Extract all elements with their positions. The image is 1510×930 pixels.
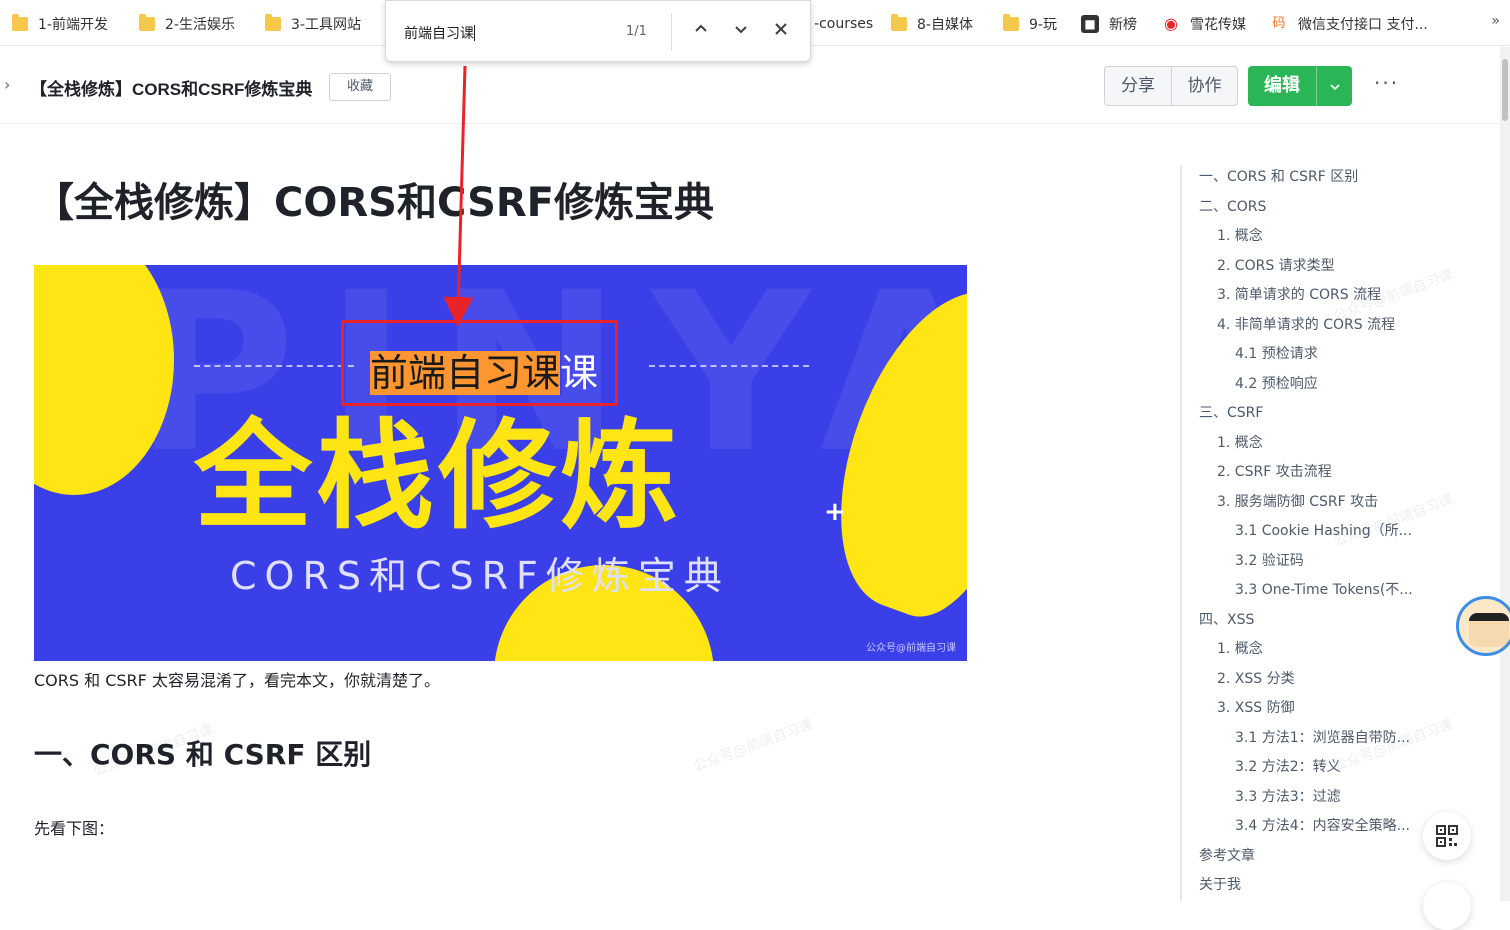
expand-sidebar-icon[interactable]: › [4, 75, 10, 94]
folder-icon [891, 14, 907, 31]
toc-item[interactable]: 3. 服务端防御 CSRF 攻击 [1217, 491, 1378, 511]
bookmark-label: 微信支付接口 支付... [1298, 17, 1428, 33]
folder-icon [265, 14, 281, 31]
toc-item[interactable]: 一、CORS 和 CSRF 区别 [1199, 166, 1358, 186]
bookmark-label: 2-生活娱乐 [165, 17, 235, 33]
find-previous-button[interactable] [689, 19, 713, 43]
banner-watermark: 公众号@前端自习课 [866, 643, 956, 654]
find-input[interactable]: 前端自习课 [404, 23, 475, 43]
bookmark-folder-life[interactable]: 2-生活娱乐 [139, 12, 235, 36]
toc-divider [1180, 165, 1182, 901]
folder-icon [12, 14, 28, 31]
bookmark-label: 8-自媒体 [917, 17, 973, 33]
folder-icon [1003, 14, 1019, 31]
toc-item[interactable]: 2. CORS 请求类型 [1217, 255, 1335, 275]
bookmark-xinbang[interactable]: ■ 新榜 [1081, 12, 1137, 36]
bookmark-folder-tools[interactable]: 3-工具网站 [265, 12, 361, 36]
toc-item[interactable]: 三、CSRF [1199, 402, 1263, 422]
more-options-icon[interactable]: ··· [1374, 71, 1399, 95]
bookmark-label: 雪花传媒 [1190, 17, 1246, 33]
toc-item[interactable]: 3.1 方法1：浏览器自带防... [1235, 727, 1410, 747]
qr-code-button[interactable] [1423, 812, 1471, 860]
more-bookmarks-icon[interactable]: » [1491, 13, 1500, 29]
close-icon [775, 23, 787, 35]
toc-item[interactable]: 4.2 预检响应 [1235, 373, 1318, 393]
toc-item[interactable]: 3.4 方法4：内容安全策略... [1235, 815, 1410, 835]
wechatpay-icon: 码 [1272, 16, 1286, 31]
toc-item[interactable]: 参考文章 [1199, 845, 1255, 865]
toc-item[interactable]: 3.3 方法3：过滤 [1235, 786, 1341, 806]
section-paragraph: 先看下图： [34, 819, 115, 838]
bookmark-label: 新榜 [1109, 17, 1137, 33]
toc-item[interactable]: 关于我 [1199, 874, 1241, 894]
bookmark-wechatpay[interactable]: 码 微信支付接口 支付... [1270, 12, 1428, 36]
toc-item[interactable]: 3.3 One-Time Tokens(不... [1235, 579, 1413, 599]
bookmark-label: 1-前端开发 [38, 17, 108, 33]
bookmark-folder-media[interactable]: 8-自媒体 [891, 12, 973, 36]
chevron-down-icon [735, 26, 747, 34]
find-next-button[interactable] [729, 19, 753, 43]
find-bar: 前端自习课 1/1 [385, 0, 811, 62]
bookmark-label: 9-玩 [1029, 17, 1057, 33]
bookmark-label: 3-工具网站 [291, 17, 361, 33]
avatar-face-icon [1469, 613, 1509, 647]
bookmark-folder-courses[interactable]: -courses [814, 12, 873, 36]
folder-icon [139, 14, 155, 31]
edit-button-label: 编辑 [1264, 75, 1300, 96]
banner-english-title: CORS和CSRF修炼宝典 [230, 554, 730, 598]
toc-item[interactable]: 3.2 方法2：转义 [1235, 756, 1341, 776]
annotation-box [341, 320, 618, 406]
bookmark-xuehua[interactable]: ◉ 雪花传媒 [1162, 12, 1246, 36]
article-title: 【全栈修炼】CORS和CSRF修炼宝典 [34, 180, 714, 226]
share-button[interactable]: 分享 [1105, 67, 1171, 105]
bookmark-label: -courses [814, 16, 874, 32]
toc-item[interactable]: 1. 概念 [1217, 432, 1263, 452]
banner-dashed-line [194, 365, 354, 367]
edit-dropdown-icon[interactable] [1316, 66, 1352, 106]
chevron-up-icon [695, 24, 707, 32]
toc-item[interactable]: 3.1 Cookie Hashing（所... [1235, 520, 1412, 540]
toc-item[interactable]: 2. XSS 分类 [1217, 668, 1295, 688]
avatar[interactable] [1456, 596, 1510, 656]
scrollbar-thumb[interactable] [1502, 59, 1508, 121]
edit-button[interactable]: 编辑 [1248, 66, 1352, 106]
bookmark-folder-frontend[interactable]: 1-前端开发 [12, 12, 108, 36]
toc-item[interactable]: 4.1 预检请求 [1235, 343, 1318, 363]
toc-item[interactable]: 4. 非简单请求的 CORS 流程 [1217, 314, 1395, 334]
toc-item[interactable]: 3. 简单请求的 CORS 流程 [1217, 284, 1381, 304]
help-button[interactable] [1423, 882, 1471, 930]
toc-item[interactable]: 二、CORS [1199, 196, 1266, 216]
find-match-count: 1/1 [626, 24, 647, 39]
banner-plus: + [824, 497, 846, 527]
watermark: 公众号@前端自习课 [691, 716, 816, 776]
toc-item[interactable]: 四、XSS [1199, 609, 1254, 629]
collaborate-button[interactable]: 协作 [1171, 67, 1237, 105]
banner-dashed-line [649, 365, 809, 367]
xinbang-icon: ■ [1081, 15, 1099, 33]
find-close-button[interactable] [769, 19, 793, 43]
favorite-button[interactable]: 收藏 [329, 73, 391, 101]
qr-code-icon [1436, 825, 1458, 847]
xuehua-icon: ◉ [1164, 14, 1178, 33]
toc-item[interactable]: 2. CSRF 攻击流程 [1217, 461, 1332, 481]
share-collab-group: 分享 协作 [1104, 66, 1238, 106]
toc-item[interactable]: 3.2 验证码 [1235, 550, 1304, 570]
find-divider [671, 13, 672, 51]
intro-paragraph: CORS 和 CSRF 太容易混淆了，看完本文，你就清楚了。 [34, 671, 440, 690]
toc-item[interactable]: 3. XSS 防御 [1217, 697, 1295, 717]
toc-item[interactable]: 1. 概念 [1217, 225, 1263, 245]
doc-title: 【全栈修炼】CORS和CSRF修炼宝典 [30, 80, 313, 99]
page-scrollbar[interactable] [1500, 47, 1510, 901]
bookmark-folder-play[interactable]: 9-玩 [1003, 12, 1057, 36]
toc-item[interactable]: 1. 概念 [1217, 638, 1263, 658]
